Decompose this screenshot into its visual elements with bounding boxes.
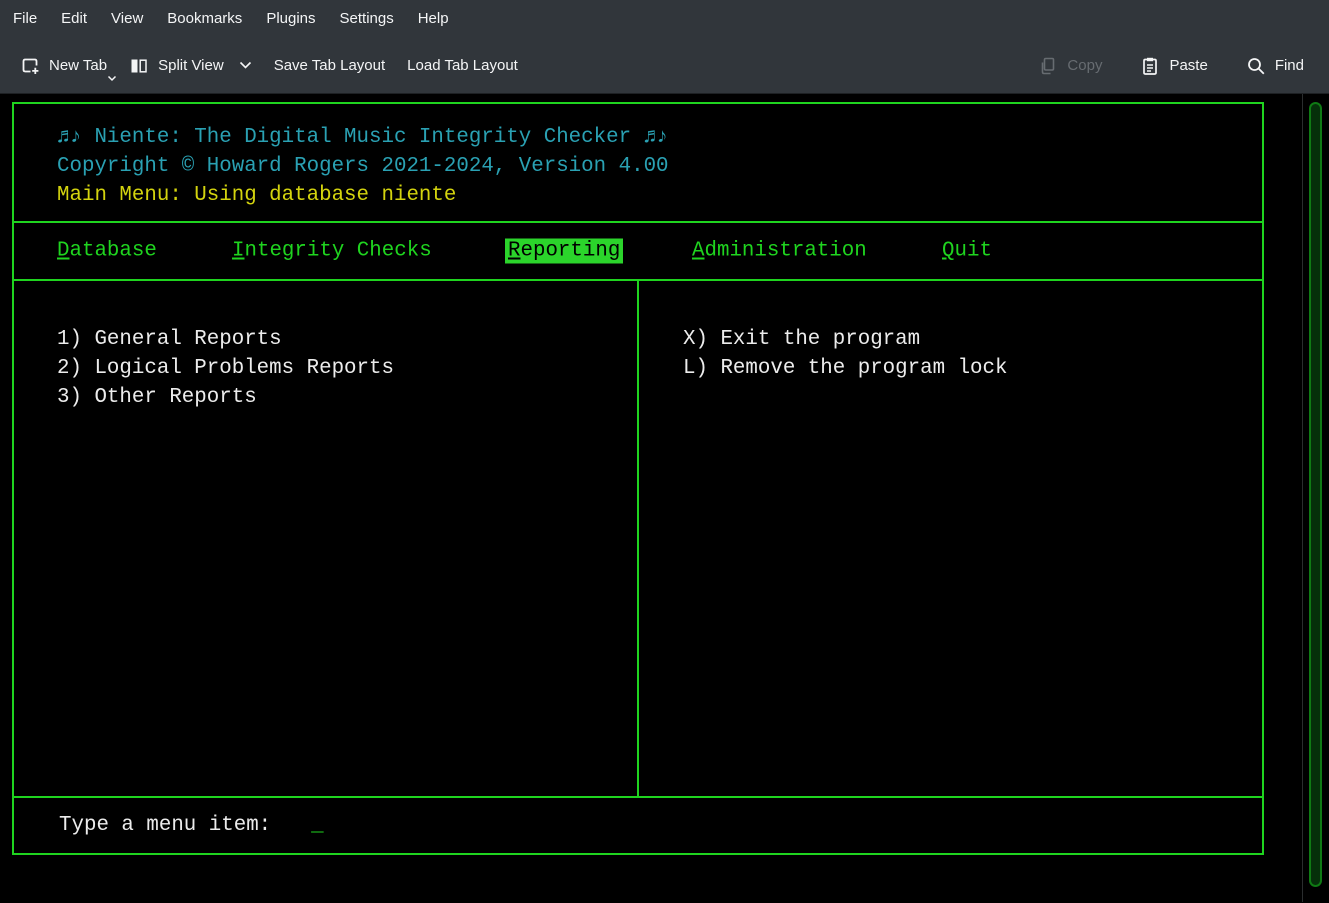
reports-submenu-panel: 1) General Reports 2) Logical Problems R… (14, 281, 639, 796)
tui-menu-item-database[interactable]: Database (57, 240, 157, 263)
split-view-chevron-down-icon[interactable] (239, 61, 252, 70)
save-tab-layout-label: Save Tab Layout (274, 57, 385, 74)
tui-header-box: ♬♪ Niente: The Digital Music Integrity C… (14, 104, 1262, 223)
window-menubar: File Edit View Bookmarks Plugins Setting… (0, 0, 1329, 38)
prompt-label: Type a menu item: (59, 814, 271, 837)
copyright-line: Copyright © Howard Rogers 2021-2024, Ver… (57, 152, 1262, 181)
save-tab-layout-button[interactable]: Save Tab Layout (268, 51, 391, 80)
menu-option-exit-program: X) Exit the program (683, 325, 1262, 354)
paste-button[interactable]: Paste (1134, 50, 1213, 82)
split-view-label: Split View (158, 57, 224, 74)
global-options-panel: X) Exit the program L) Remove the progra… (639, 281, 1262, 796)
paste-icon (1140, 56, 1160, 76)
menubar-item-plugins[interactable]: Plugins (254, 0, 327, 38)
load-tab-layout-button[interactable]: Load Tab Layout (401, 51, 524, 80)
niente-tui-window: ♬♪ Niente: The Digital Music Integrity C… (12, 102, 1264, 855)
scrollbar-track-separator (1302, 94, 1303, 902)
menubar-item-settings[interactable]: Settings (328, 0, 406, 38)
menu-input-prompt[interactable]: Type a menu item: _ (14, 798, 1262, 853)
tui-menu-bar: Database Integrity Checks Reporting Admi… (14, 223, 1262, 281)
scrollbar-thumb[interactable] (1309, 102, 1322, 887)
toolbar: New Tab Split View Save Tab Layout Load … (0, 38, 1329, 94)
menubar-item-file[interactable]: File (1, 0, 49, 38)
menubar-item-bookmarks[interactable]: Bookmarks (155, 0, 254, 38)
tui-menu-item-quit[interactable]: Quit (942, 240, 992, 263)
tui-menu-item-reporting[interactable]: Reporting (505, 239, 623, 264)
copy-label: Copy (1067, 57, 1102, 74)
menu-option-logical-problems-reports: 2) Logical Problems Reports (57, 354, 637, 383)
new-tab-button[interactable]: New Tab (14, 50, 113, 82)
menu-option-remove-program-lock: L) Remove the program lock (683, 354, 1262, 383)
tui-content-area: 1) General Reports 2) Logical Problems R… (14, 281, 1262, 798)
text-cursor: _ (311, 814, 323, 837)
load-tab-layout-label: Load Tab Layout (407, 57, 518, 74)
menubar-item-edit[interactable]: Edit (49, 0, 99, 38)
tui-menu-item-integrity-checks[interactable]: Integrity Checks (232, 240, 432, 263)
main-menu-status-line: Main Menu: Using database niente (57, 181, 1262, 210)
terminal-view[interactable]: ♬♪ Niente: The Digital Music Integrity C… (0, 94, 1329, 902)
find-label: Find (1275, 57, 1304, 74)
toolbar-right-group: Copy Paste Find (1006, 50, 1310, 82)
toolbar-left-group: New Tab Split View Save Tab Layout Load … (14, 50, 534, 82)
split-view-button[interactable]: Split View (123, 50, 258, 82)
copy-button: Copy (1032, 50, 1108, 82)
tui-menu-item-administration[interactable]: Administration (692, 240, 867, 263)
menubar-item-help[interactable]: Help (406, 0, 461, 38)
paste-label: Paste (1169, 57, 1207, 74)
new-tab-label: New Tab (49, 57, 107, 74)
new-tab-chevron-down-icon[interactable] (107, 75, 117, 82)
app-title: ♬♪ Niente: The Digital Music Integrity C… (57, 123, 1262, 152)
copy-icon (1038, 56, 1058, 76)
find-button[interactable]: Find (1240, 50, 1310, 82)
menubar-item-view[interactable]: View (99, 0, 155, 38)
new-tab-icon (20, 56, 40, 76)
menu-option-general-reports: 1) General Reports (57, 325, 637, 354)
split-view-icon (129, 56, 149, 76)
search-icon (1246, 56, 1266, 76)
menu-option-other-reports: 3) Other Reports (57, 383, 637, 412)
